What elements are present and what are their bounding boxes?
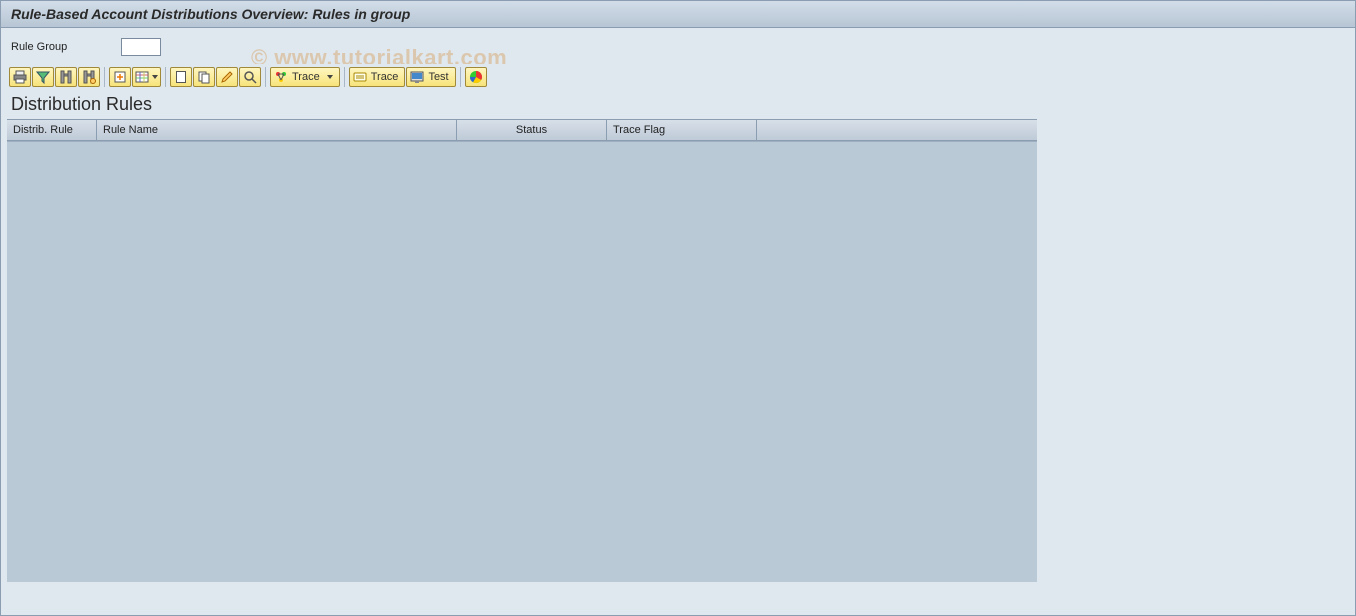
column-status[interactable]: Status	[457, 120, 607, 140]
toolbar: Trace Trace Test	[7, 64, 1037, 92]
create-button[interactable]	[170, 67, 192, 87]
toolbar-separator	[265, 67, 266, 87]
table-header: Distrib. Rule Rule Name Status Trace Fla…	[7, 120, 1037, 141]
toolbar-separator	[165, 67, 166, 87]
table-body-empty	[7, 141, 1037, 582]
export-button[interactable]	[109, 67, 131, 87]
chevron-down-icon	[152, 75, 158, 79]
window-title: Rule-Based Account Distributions Overvie…	[1, 1, 1355, 28]
toolbar-separator	[460, 67, 461, 87]
test-button[interactable]: Test	[406, 67, 455, 87]
trace-on-label: Trace	[292, 71, 320, 83]
copy-button[interactable]	[193, 67, 215, 87]
find-button[interactable]	[55, 67, 77, 87]
print-button[interactable]	[9, 67, 31, 87]
trace-on-button[interactable]: Trace	[270, 67, 340, 87]
filter-button[interactable]	[32, 67, 54, 87]
find-next-button[interactable]	[78, 67, 100, 87]
chart-button[interactable]	[465, 67, 487, 87]
trace-display-button[interactable]: Trace	[349, 67, 406, 87]
toolbar-separator	[104, 67, 105, 87]
rule-group-label: Rule Group	[11, 41, 111, 53]
chevron-down-icon	[327, 75, 333, 79]
column-trace-flag[interactable]: Trace Flag	[607, 120, 757, 140]
column-distrib-rule[interactable]: Distrib. Rule	[7, 120, 97, 140]
column-spacer	[757, 120, 1037, 140]
section-title: Distribution Rules	[7, 92, 1037, 120]
column-rule-name[interactable]: Rule Name	[97, 120, 457, 140]
layout-button[interactable]	[132, 67, 161, 87]
edit-button[interactable]	[216, 67, 238, 87]
rule-group-input[interactable]	[121, 38, 161, 56]
app-window: Rule-Based Account Distributions Overvie…	[0, 0, 1356, 616]
toolbar-separator	[344, 67, 345, 87]
trace-display-label: Trace	[371, 71, 399, 83]
filter-row: Rule Group	[1, 28, 1355, 64]
test-label: Test	[428, 71, 448, 83]
display-button[interactable]	[239, 67, 261, 87]
content-panel: Trace Trace Test Distribution Rules Dist…	[7, 64, 1037, 594]
